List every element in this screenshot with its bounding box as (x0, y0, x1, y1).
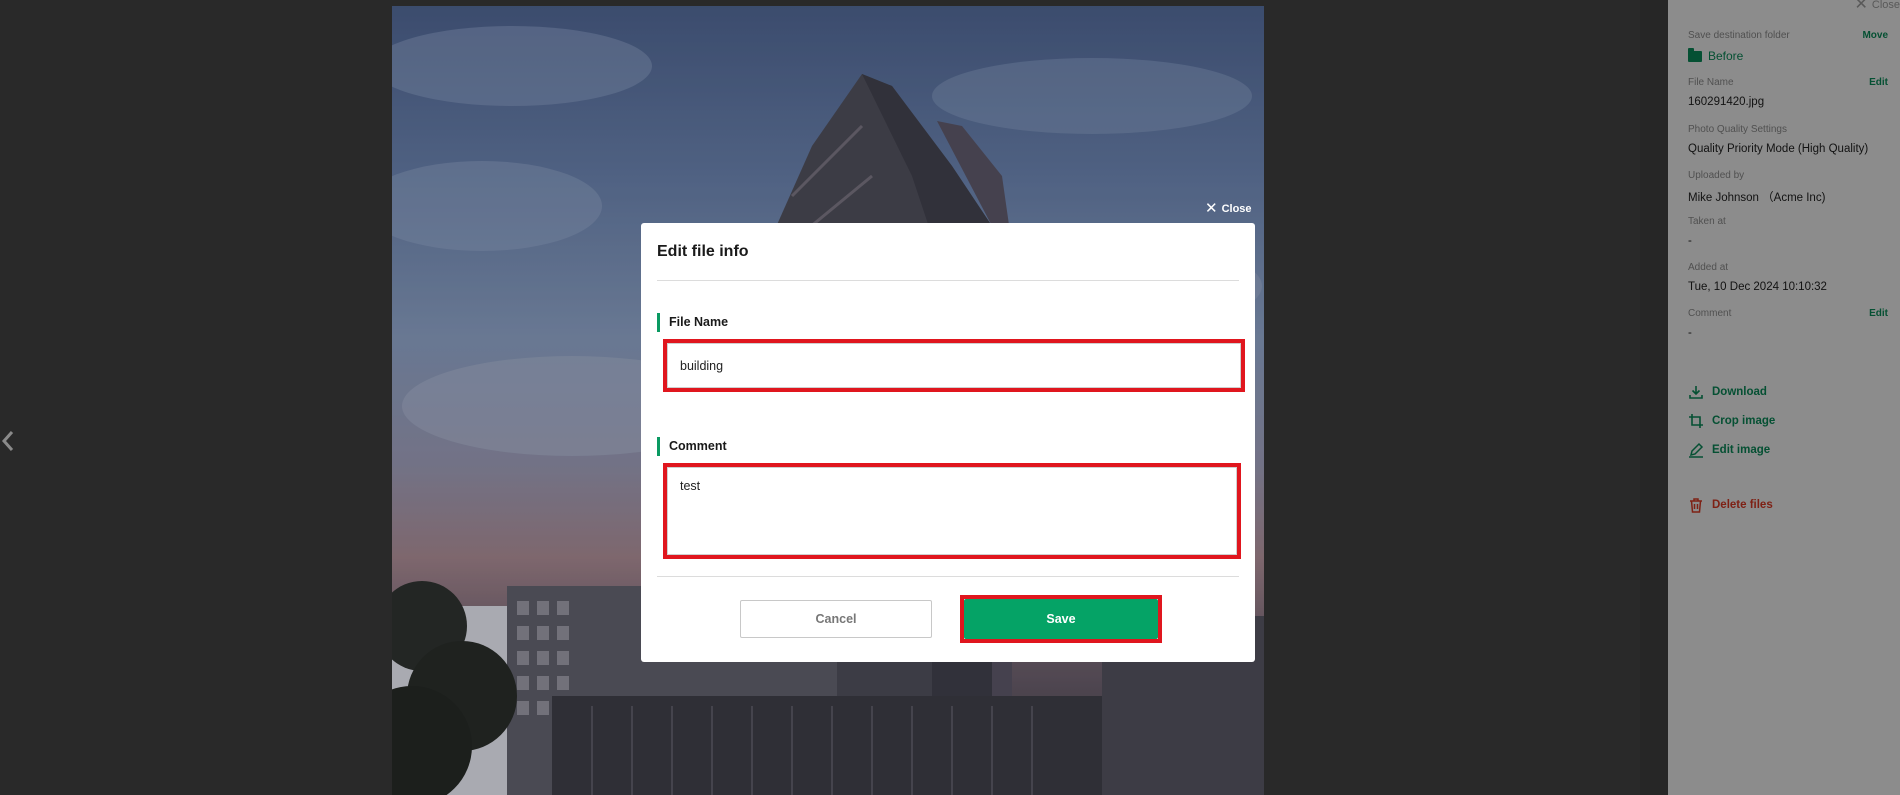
save-highlight: Save (960, 595, 1162, 643)
folder-name[interactable]: Before (1688, 47, 1888, 63)
delete-files-button[interactable]: Delete files (1688, 497, 1773, 513)
uploaded-by-field: Uploaded by Mike Johnson （Acme Inc) (1688, 170, 1826, 204)
folder-icon (1688, 47, 1702, 62)
panel-close-button[interactable]: ✕ Close (1854, 0, 1900, 13)
edit-file-name-link[interactable]: Edit (1869, 77, 1888, 88)
taken-at-field: Taken at - (1688, 216, 1726, 247)
download-icon (1689, 386, 1703, 399)
photo-quality-field: Photo Quality Settings Quality Priority … (1688, 124, 1869, 155)
added-at-field: Added at Tue, 10 Dec 2024 10:10:32 (1688, 262, 1827, 293)
file-name-input[interactable] (667, 343, 1241, 388)
previous-image-button[interactable] (0, 428, 18, 454)
divider (657, 576, 1239, 577)
file-name-highlight (663, 339, 1245, 392)
divider (657, 280, 1239, 281)
trash-icon (1690, 498, 1702, 513)
file-info-panel: ✕ Close Save destination folder Move Bef… (1668, 0, 1900, 795)
file-name-field: File Name Edit 160291420.jpg (1688, 77, 1888, 108)
close-icon: ✕ (1205, 200, 1218, 217)
dialog-title: Edit file info (657, 243, 749, 260)
file-name-label: File Name (657, 313, 728, 332)
edit-image-button[interactable]: Edit image (1688, 442, 1770, 458)
save-button[interactable]: Save (964, 599, 1158, 639)
comment-textarea[interactable]: test (667, 467, 1237, 555)
pencil-icon (1689, 442, 1704, 458)
download-button[interactable]: Download (1688, 384, 1767, 400)
comment-highlight: test (663, 463, 1241, 559)
crop-image-button[interactable]: Crop image (1688, 413, 1775, 429)
destination-folder-field: Save destination folder Move Before (1688, 30, 1888, 63)
edit-comment-link[interactable]: Edit (1869, 308, 1888, 319)
comment-field: Comment Edit - (1688, 308, 1888, 339)
modal-close-button[interactable]: ✕ Close (1205, 200, 1252, 217)
edit-file-info-dialog: Edit file info File Name Comment test Ca… (641, 223, 1255, 662)
chevron-left-icon (1, 431, 14, 451)
comment-label: Comment (657, 437, 727, 456)
crop-icon (1689, 414, 1703, 428)
move-folder-link[interactable]: Move (1862, 30, 1888, 41)
cancel-button[interactable]: Cancel (740, 600, 932, 638)
close-icon: ✕ (1854, 0, 1868, 13)
